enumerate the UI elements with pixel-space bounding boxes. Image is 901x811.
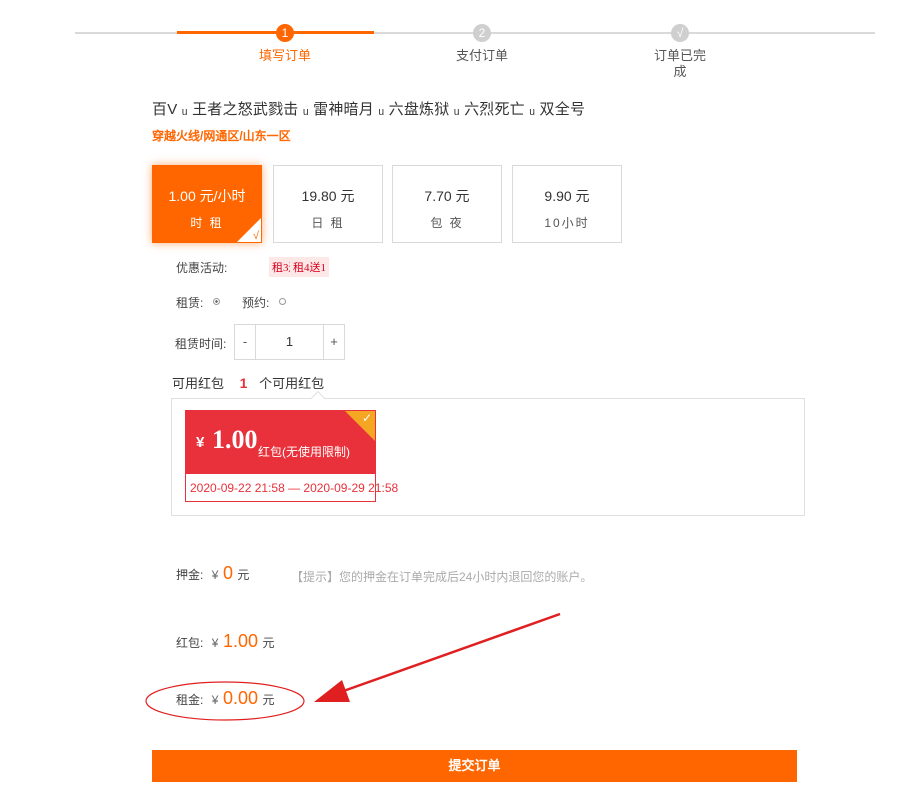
arrow-shaft (334, 612, 561, 696)
annotation-overlay (145, 612, 561, 721)
arrow-head (314, 680, 350, 702)
highlight-ellipse (145, 681, 305, 721)
submit-order-button[interactable]: 提交订单 (152, 750, 797, 782)
